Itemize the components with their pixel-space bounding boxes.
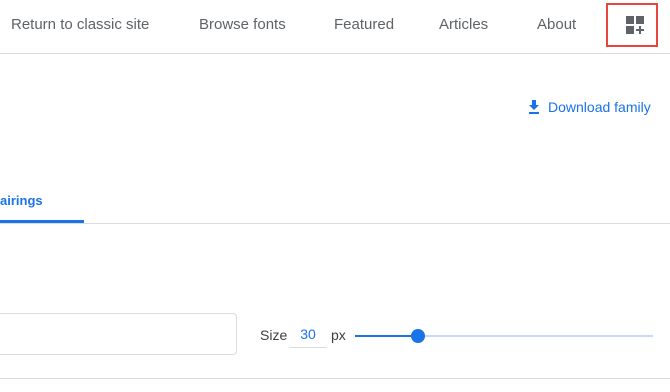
preview-text-input[interactable] [0, 313, 237, 355]
about-link[interactable]: About [537, 15, 576, 35]
tabs-divider [0, 223, 670, 224]
download-family-button[interactable]: Download family [528, 98, 651, 116]
browse-fonts-link[interactable]: Browse fonts [199, 15, 286, 35]
download-family-label: Download family [548, 99, 651, 115]
return-to-classic-site-link[interactable]: Return to classic site [11, 15, 149, 35]
slider-thumb[interactable] [410, 329, 425, 343]
articles-link[interactable]: Articles [439, 15, 488, 35]
selected-families-button[interactable] [606, 3, 658, 47]
section-divider [0, 378, 670, 379]
size-unit-label: px [331, 327, 346, 343]
size-label: Size [260, 327, 288, 343]
dashboard-customize-icon [626, 16, 644, 34]
top-navigation: Return to classic site Browse fonts Feat… [0, 0, 670, 54]
download-icon [529, 100, 539, 114]
font-size-input[interactable] [289, 321, 327, 348]
font-size-slider[interactable] [355, 326, 653, 346]
featured-link[interactable]: Featured [334, 15, 394, 35]
tab-pairings[interactable]: airings [0, 193, 43, 208]
slider-fill [355, 335, 418, 337]
